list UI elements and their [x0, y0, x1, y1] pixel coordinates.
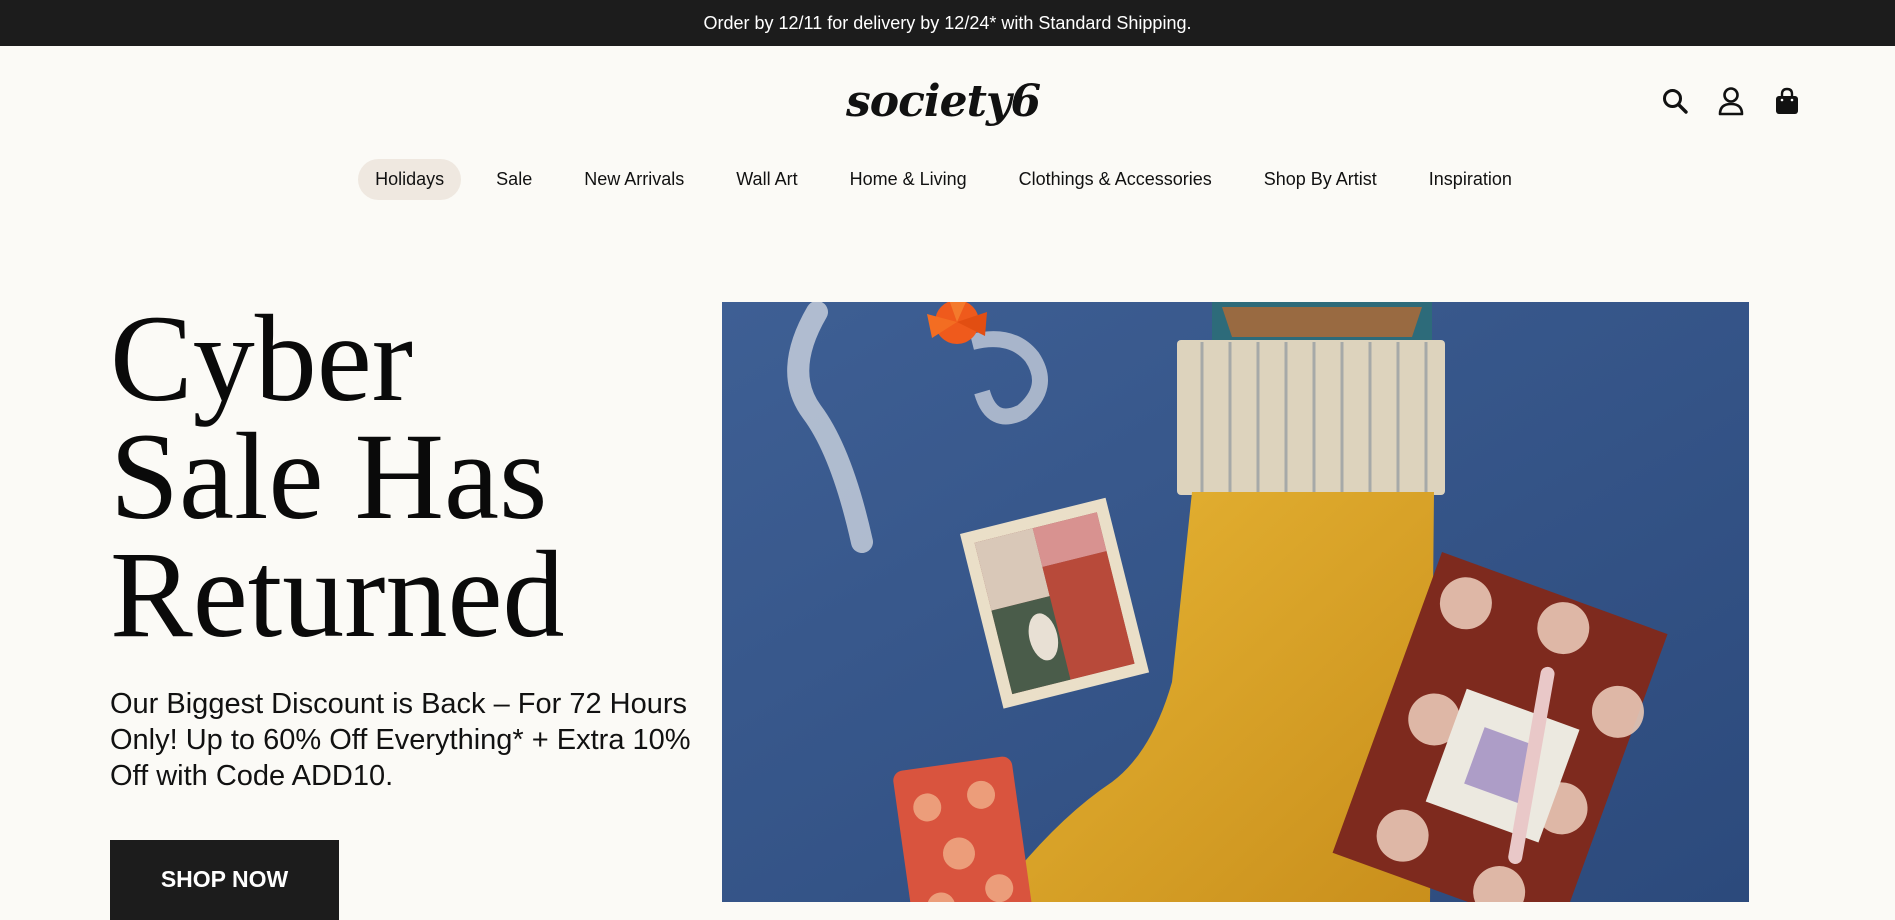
nav-item-inspiration[interactable]: Inspiration [1404, 159, 1537, 200]
shop-now-button[interactable]: SHOP NOW [110, 840, 339, 920]
search-icon[interactable] [1660, 86, 1690, 116]
site-logo[interactable]: society6 [846, 76, 1041, 127]
hero-subtitle: Our Biggest Discount is Back – For 72 Ho… [110, 688, 691, 792]
announcement-bar: Order by 12/11 for delivery by 12/24* wi… [0, 0, 1895, 46]
hero-title-line-1: Cyber [110, 290, 414, 427]
nav-item-home-living[interactable]: Home & Living [825, 159, 992, 200]
site-header: society6 [0, 46, 1895, 156]
announcement-text: Order by 12/11 for delivery by 12/24* wi… [703, 12, 1192, 33]
nav-item-shop-by-artist[interactable]: Shop By Artist [1239, 159, 1402, 200]
nav-item-holidays[interactable]: Holidays [358, 159, 462, 200]
user-icon[interactable] [1716, 86, 1746, 116]
main-nav: Holidays Sale New Arrivals Wall Art Home… [0, 159, 1895, 200]
nav-item-clothings-accessories[interactable]: Clothings & Accessories [994, 159, 1237, 200]
hero-image[interactable] [722, 302, 1749, 902]
hero-title-line-2: Sale Has [110, 408, 548, 545]
hero-title: Cyber Sale Has Returned [110, 297, 670, 657]
hero-title-line-3: Returned [110, 526, 565, 663]
header-icons [1660, 86, 1802, 116]
nav-item-new-arrivals[interactable]: New Arrivals [559, 159, 709, 200]
nav-item-sale[interactable]: Sale [471, 159, 557, 200]
hero-illustration [722, 302, 1749, 902]
nav-item-wall-art[interactable]: Wall Art [711, 159, 822, 200]
shopping-bag-icon[interactable] [1772, 86, 1802, 116]
